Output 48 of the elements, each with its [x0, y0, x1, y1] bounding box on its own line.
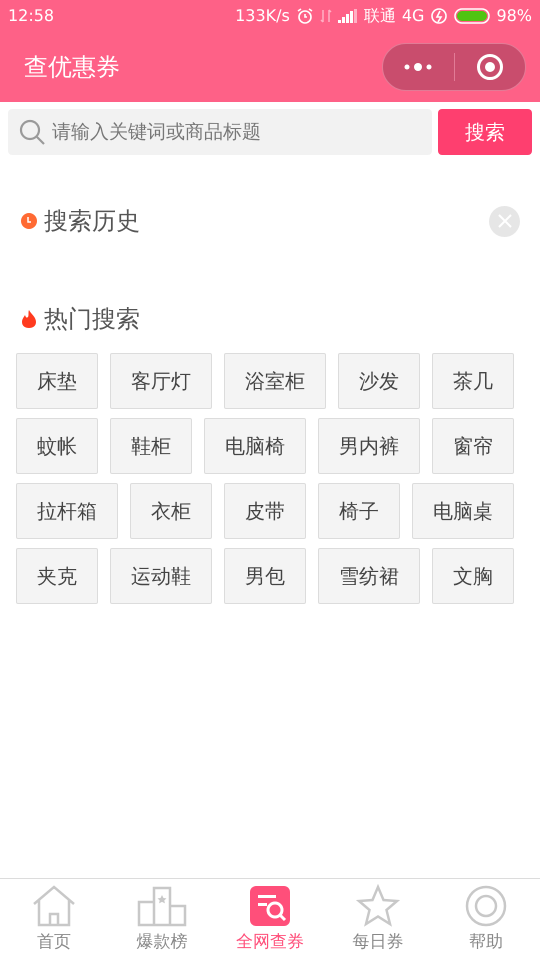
target-icon: [476, 53, 504, 81]
hot-search-tag[interactable]: 茶几: [432, 353, 514, 409]
network-speed: 133K/s: [235, 5, 290, 27]
battery-icon: [454, 8, 490, 24]
hot-search-tag[interactable]: 椅子: [318, 483, 400, 539]
hot-search-tag[interactable]: 男内裤: [318, 418, 420, 474]
search-icon: [18, 118, 46, 146]
page-title: 查优惠券: [24, 52, 120, 83]
close-icon: [498, 214, 512, 228]
hot-search-tag[interactable]: 文胸: [432, 548, 514, 604]
hot-search-tag[interactable]: 雪纺裙: [318, 548, 420, 604]
data-arrows-icon: [320, 7, 332, 25]
hot-search-tag[interactable]: 夹克: [16, 548, 98, 604]
star-icon: [356, 884, 400, 928]
hot-search-tag[interactable]: 客厅灯: [110, 353, 212, 409]
tab-bar-item[interactable]: 爆款榜: [108, 879, 216, 960]
charging-icon: [430, 7, 448, 25]
signal-icon: [338, 9, 358, 23]
hot-search-tag[interactable]: 皮带: [224, 483, 306, 539]
hot-search-tag[interactable]: 窗帘: [432, 418, 514, 474]
tab-bar-item[interactable]: 每日券: [324, 879, 432, 960]
hot-search-tag[interactable]: 衣柜: [130, 483, 212, 539]
clock-icon: [20, 212, 38, 230]
hot-search-tag[interactable]: 拉杆箱: [16, 483, 118, 539]
flame-icon: [20, 309, 38, 329]
search-coupon-icon: [248, 884, 292, 928]
search-input[interactable]: 请输入关键词或商品标题: [52, 118, 422, 146]
hot-search-tag[interactable]: 床垫: [16, 353, 98, 409]
hot-search-tag[interactable]: 鞋柜: [110, 418, 192, 474]
alarm-icon: [296, 7, 314, 25]
hot-search-tag[interactable]: 电脑桌: [412, 483, 514, 539]
hot-search-tag[interactable]: 男包: [224, 548, 306, 604]
hot-search-tag[interactable]: 运动鞋: [110, 548, 212, 604]
section-title: 热门搜索: [44, 304, 140, 335]
hot-search-tag[interactable]: 沙发: [338, 353, 420, 409]
more-icon: [403, 62, 434, 72]
battery-percent: 98%: [496, 5, 532, 27]
hot-search-tag[interactable]: 浴室柜: [224, 353, 326, 409]
carrier-name: 联通: [364, 5, 396, 27]
house-icon: [31, 884, 77, 928]
network-type: 4G: [402, 5, 424, 27]
tab-bar-item[interactable]: 帮助: [432, 879, 540, 960]
search-box[interactable]: 请输入关键词或商品标题: [8, 109, 432, 155]
status-time: 12:58: [8, 5, 54, 27]
hot-search-tag[interactable]: 电脑椅: [204, 418, 306, 474]
tab-bar-item[interactable]: 首页: [0, 879, 108, 960]
hot-search-tag[interactable]: 蚊帐: [16, 418, 98, 474]
section-title: 搜索历史: [44, 206, 140, 237]
